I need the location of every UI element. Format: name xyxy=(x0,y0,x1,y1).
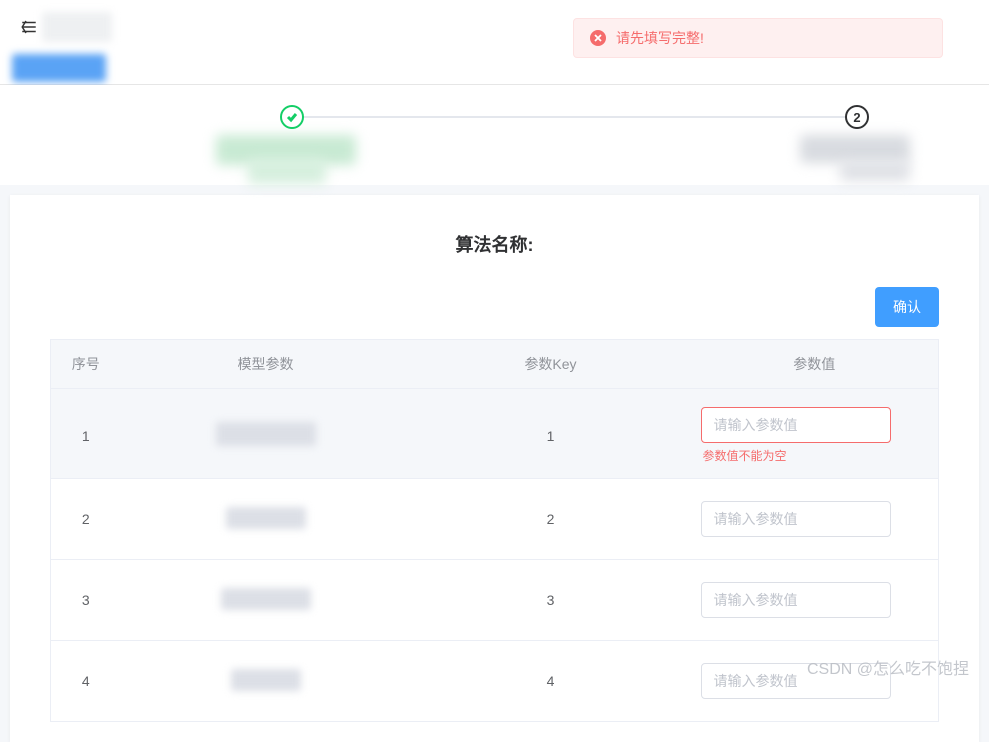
redacted-block xyxy=(221,588,311,610)
th-param-key: 参数Key xyxy=(411,340,691,389)
param-value-input[interactable] xyxy=(701,501,891,537)
cell-param-value xyxy=(691,641,939,722)
cell-index: 3 xyxy=(51,560,121,641)
cell-index: 4 xyxy=(51,641,121,722)
redacted-block xyxy=(42,12,112,42)
cell-model-param xyxy=(121,479,411,560)
cell-param-value xyxy=(691,479,939,560)
alert-text: 请先填写完整! xyxy=(616,28,704,48)
param-value-input[interactable] xyxy=(701,663,891,699)
redacted-block xyxy=(248,158,326,184)
main-card: 算法名称: 确认 序号 模型参数 参数Key 参数值 1 1 参数值不能为空 xyxy=(10,195,979,742)
cell-param-key: 1 xyxy=(411,389,691,479)
cell-param-key: 3 xyxy=(411,560,691,641)
cell-index: 1 xyxy=(51,389,121,479)
page-title: 算法名称: xyxy=(50,231,939,257)
cell-model-param xyxy=(121,641,411,722)
redacted-block xyxy=(216,422,316,446)
table-row: 4 4 xyxy=(51,641,939,722)
redacted-block xyxy=(12,54,106,82)
params-table: 序号 模型参数 参数Key 参数值 1 1 参数值不能为空 2 xyxy=(50,339,939,722)
error-icon xyxy=(590,30,606,46)
th-index: 序号 xyxy=(51,340,121,389)
top-bar: 请先填写完整! xyxy=(0,0,989,85)
th-param-value: 参数值 xyxy=(691,340,939,389)
step-2-node: 2 xyxy=(845,105,869,129)
action-row: 确认 xyxy=(50,287,939,327)
step-2-number: 2 xyxy=(853,110,860,125)
step-1-done-icon xyxy=(280,105,304,129)
step-connector xyxy=(303,116,846,118)
redacted-block xyxy=(800,135,910,163)
cell-index: 2 xyxy=(51,479,121,560)
cell-param-key: 4 xyxy=(411,641,691,722)
redacted-block xyxy=(231,669,301,691)
cell-model-param xyxy=(121,389,411,479)
param-value-input[interactable] xyxy=(701,407,891,443)
param-value-input[interactable] xyxy=(701,582,891,618)
table-row: 2 2 xyxy=(51,479,939,560)
table-row: 1 1 参数值不能为空 xyxy=(51,389,939,479)
param-value-error: 参数值不能为空 xyxy=(701,447,787,464)
cell-model-param xyxy=(121,560,411,641)
cell-param-value xyxy=(691,560,939,641)
cell-param-value: 参数值不能为空 xyxy=(691,389,939,479)
table-row: 3 3 xyxy=(51,560,939,641)
cell-param-key: 2 xyxy=(411,479,691,560)
stepper: 2 xyxy=(0,85,989,185)
redacted-block xyxy=(226,507,306,529)
th-model-param: 模型参数 xyxy=(121,340,411,389)
menu-toggle-icon[interactable] xyxy=(20,18,38,36)
redacted-block xyxy=(840,161,910,181)
confirm-button[interactable]: 确认 xyxy=(875,287,939,327)
alert-banner: 请先填写完整! xyxy=(573,18,943,58)
